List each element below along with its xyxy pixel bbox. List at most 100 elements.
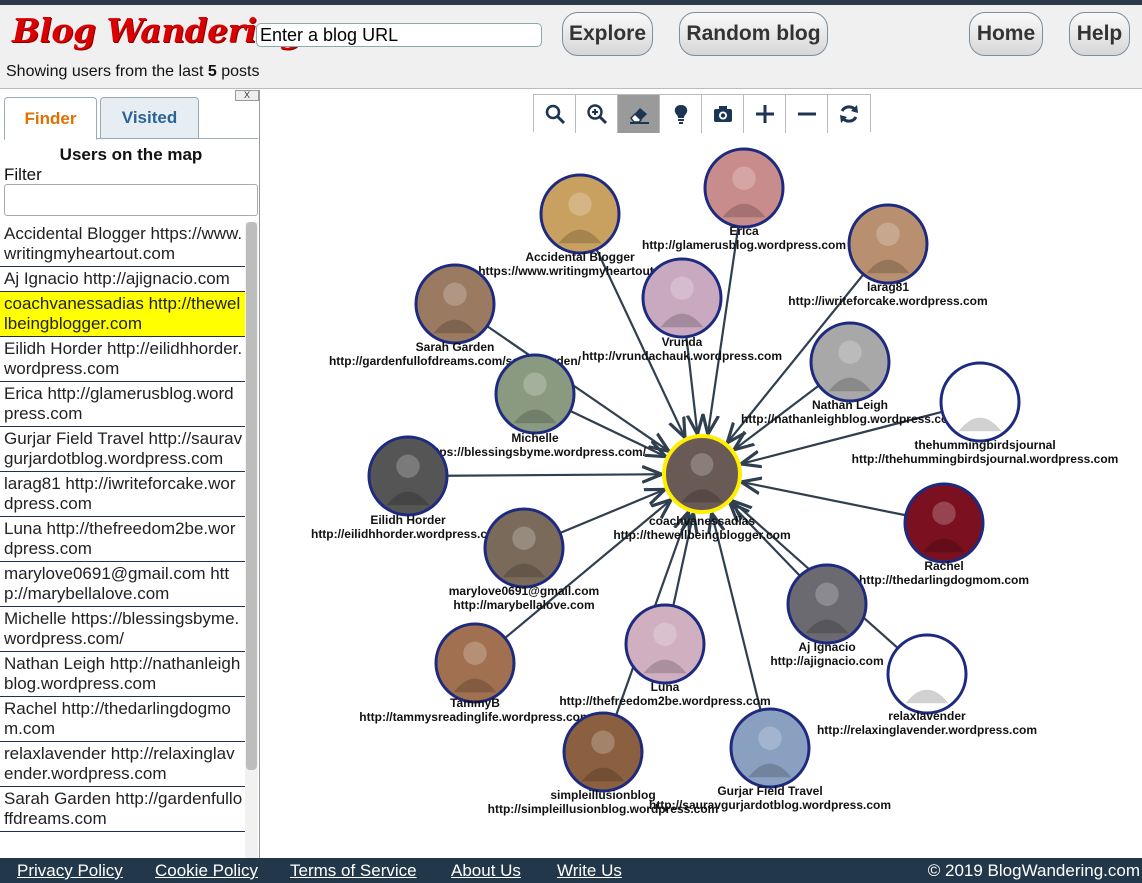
panel-title: Users on the map <box>59 145 203 164</box>
avatar-head-shape <box>968 380 992 404</box>
map-toolbar <box>533 94 871 133</box>
node-name-label: Sarah Garden <box>416 340 495 354</box>
user-list-item[interactable]: Gurjar Field Travel http://sauravgurjard… <box>0 427 245 472</box>
node-name-label: Gurjar Field Travel <box>717 784 822 798</box>
explore-button[interactable]: Explore <box>562 12 653 56</box>
user-list-item[interactable]: Nathan Leigh http://nathanleighblog.word… <box>0 652 245 697</box>
eraser-tool-button[interactable] <box>618 95 660 133</box>
avatar-head-shape <box>463 641 487 665</box>
avatar-head-shape <box>591 730 615 754</box>
graph-node[interactable]: marylove0691@gmail.comhttp://marybellalo… <box>449 507 599 612</box>
node-name-label: simpleillusionblog <box>550 788 655 802</box>
user-list-item[interactable]: Accidental Blogger https://www.writingmy… <box>0 222 245 267</box>
about-us-link[interactable]: About Us <box>451 861 521 881</box>
avatar-head-shape <box>653 622 677 646</box>
plus-icon <box>755 105 774 123</box>
showing-prefix: Showing users from the last <box>6 63 204 80</box>
node-url-label: https://blessingsbyme.wordpress.com/ <box>424 445 647 459</box>
zoom-in-icon <box>586 104 607 125</box>
node-url-label: http://sauravgurjardotblog.wordpress.com <box>649 798 891 812</box>
footer: Privacy Policy Cookie Policy Terms of Se… <box>0 858 1142 883</box>
avatar-head-shape <box>758 726 782 750</box>
node-url-label: http://tammysreadinglife.wordpress.com <box>359 710 590 724</box>
showing-count: 5 <box>207 63 217 80</box>
graph-node[interactable]: Accidental Bloggerhttps://www.writingmyh… <box>478 173 682 278</box>
node-name-label: Aj Ignacio <box>798 640 855 654</box>
sidebar-tabs: Finder Visited <box>4 97 258 140</box>
node-url-label: http://thewellbeingblogger.com <box>613 528 790 542</box>
user-list-item[interactable]: Michelle https://blessingsbyme.wordpress… <box>0 607 245 652</box>
user-list-scroll-thumb[interactable] <box>246 222 257 770</box>
minus-tool-button[interactable] <box>786 95 828 133</box>
blog-url-input[interactable] <box>256 23 542 47</box>
user-list-item[interactable]: Aj Ignacio http://ajignacio.com <box>0 267 245 292</box>
user-list-item[interactable]: larag81 http://iwriteforcake.wordpress.c… <box>0 472 245 517</box>
camera-icon <box>713 106 732 122</box>
node-name-label: Eilidh Horder <box>370 513 446 527</box>
refresh-tool-button[interactable] <box>828 95 870 133</box>
node-name-label: coachvanessadias <box>649 514 755 528</box>
lightbulb-tool-button[interactable] <box>660 95 702 133</box>
avatar-head-shape <box>932 501 956 525</box>
user-graph-map[interactable]: Accidental Bloggerhttps://www.writingmyh… <box>262 136 1142 858</box>
user-list-item[interactable]: Rachel http://thedarlingdogmom.com <box>0 697 245 742</box>
graph-node[interactable]: Rachelhttp://thedarlingdogmom.com <box>859 482 1029 587</box>
user-list-item[interactable]: marylove0691@gmail.com http://marybellal… <box>0 562 245 607</box>
avatar-head-shape <box>443 282 467 306</box>
search-tool-button[interactable] <box>534 95 576 133</box>
tab-visited[interactable]: Visited <box>100 97 199 139</box>
graph-node[interactable]: Sarah Gardenhttp://gardenfullofdreams.co… <box>329 263 582 368</box>
graph-node[interactable]: Nathan Leighhttp://nathanleighblog.wordp… <box>741 321 959 426</box>
graph-edge <box>559 490 663 535</box>
graph-edge <box>446 474 660 475</box>
graph-node[interactable]: larag81http://iwriteforcake.wordpress.co… <box>788 203 988 308</box>
node-url-label: http://nathanleighblog.wordpress.com <box>741 412 959 426</box>
node-url-label: http://thefreedom2be.wordpress.com <box>559 694 770 708</box>
user-list-item[interactable]: coachvanessadias http://thewellbeingblog… <box>0 292 245 337</box>
plus-tool-button[interactable] <box>744 95 786 133</box>
avatar-head-shape <box>838 340 862 364</box>
graph-edge <box>712 515 762 711</box>
filter-label: Filter <box>4 165 42 184</box>
node-url-label: http://eilidhhorder.wordpress.com <box>311 527 505 541</box>
avatar-head-shape <box>876 222 900 246</box>
node-url-label: http://ajignacio.com <box>770 654 883 668</box>
minus-icon <box>797 112 816 116</box>
graph-edge <box>708 226 740 433</box>
graph-node[interactable]: TammyBhttp://tammysreadinglife.wordpress… <box>359 622 591 724</box>
search-icon <box>545 104 565 125</box>
avatar-head-shape <box>815 582 839 606</box>
node-name-label: larag81 <box>867 280 909 294</box>
avatar-head-shape <box>915 652 939 676</box>
user-list-item[interactable]: Erica http://glamerusblog.wordpress.com <box>0 382 245 427</box>
showing-suffix: posts <box>221 63 260 80</box>
zoom-in-tool-button[interactable] <box>576 95 618 133</box>
graph-node[interactable]: Michellehttps://blessingsbyme.wordpress.… <box>424 353 647 459</box>
showing-text: Showing users from the last 5 posts <box>6 63 259 81</box>
node-name-label: relaxlavender <box>888 709 966 723</box>
help-button[interactable]: Help <box>1069 12 1130 56</box>
graph-node[interactable]: Ericahttp://glamerusblog.wordpress.com <box>642 147 846 252</box>
cookie-policy-link[interactable]: Cookie Policy <box>155 861 258 881</box>
filter-input[interactable] <box>4 184 258 216</box>
user-list-item[interactable]: Sarah Garden http://gardenfulloffdreams.… <box>0 787 245 832</box>
avatar-head-shape <box>690 453 714 476</box>
node-name-label: Nathan Leigh <box>812 398 888 412</box>
avatar-head-shape <box>523 372 547 396</box>
privacy-policy-link[interactable]: Privacy Policy <box>17 861 123 881</box>
user-list-item[interactable]: Eilidh Horder http://eilidhhorder.wordpr… <box>0 337 245 382</box>
refresh-icon <box>840 105 858 123</box>
copyright: © 2019 BlogWandering.com <box>927 861 1140 880</box>
node-name-label: Accidental Blogger <box>525 250 635 264</box>
node-url-label: http://marybellalove.com <box>453 598 594 612</box>
write-us-link[interactable]: Write Us <box>557 861 622 881</box>
user-list-item[interactable]: relaxlavender http://relaxinglavender.wo… <box>0 742 245 787</box>
user-list-item[interactable]: Luna http://thefreedom2be.wordpress.com <box>0 517 245 562</box>
node-name-label: Rachel <box>924 559 963 573</box>
tab-finder[interactable]: Finder <box>4 97 97 140</box>
random-blog-button[interactable]: Random blog <box>679 12 828 56</box>
home-button[interactable]: Home <box>969 12 1043 56</box>
node-name-label: Luna <box>651 680 680 694</box>
camera-tool-button[interactable] <box>702 95 744 133</box>
terms-of-service-link[interactable]: Terms of Service <box>290 861 417 881</box>
